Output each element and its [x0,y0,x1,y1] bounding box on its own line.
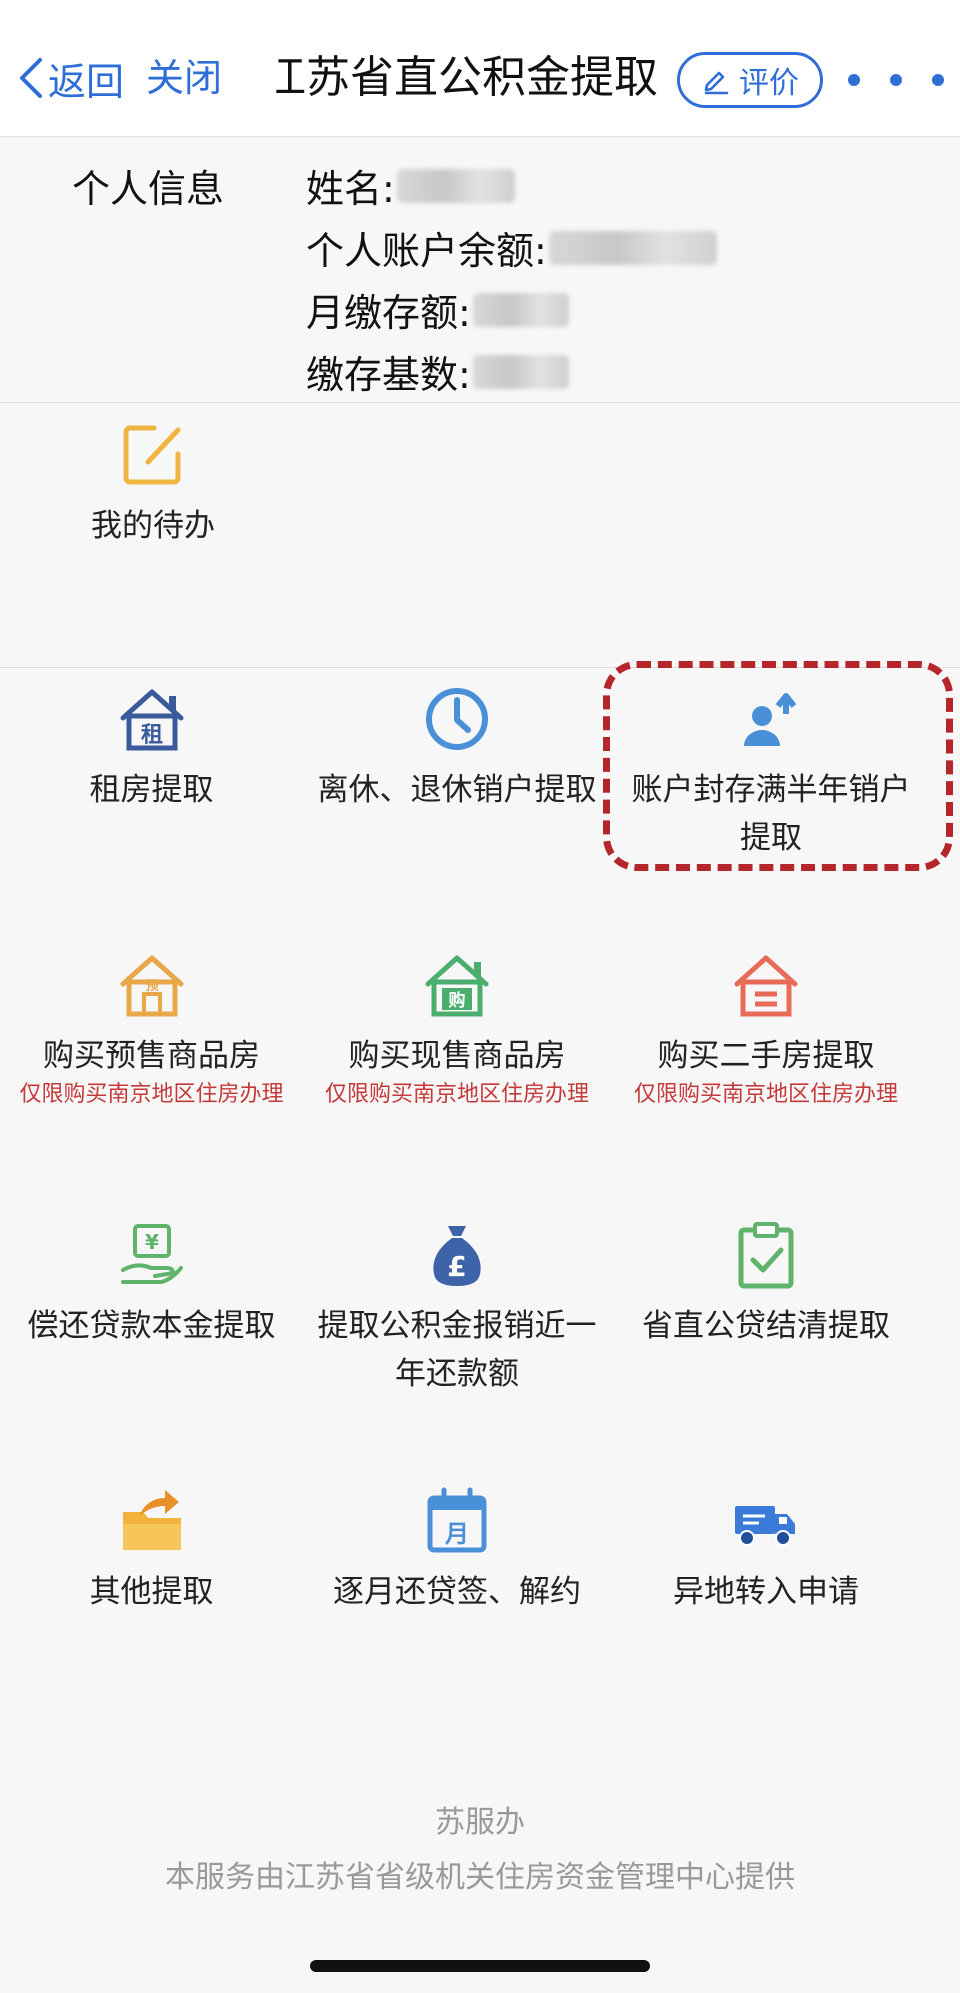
monthly-repayment-contract-item[interactable]: 月 逐月还贷签、解约 [303,1486,611,1616]
ready-house-label: 购买现售商品房 [348,1038,566,1074]
edit-square-icon [123,425,181,485]
footer-provider-note: 本服务由江苏省省级机关住房资金管理中心提供 [165,1860,795,1895]
calendar-month-icon: 月 [427,1487,487,1553]
other-withdrawal-item[interactable]: 其他提取 [0,1486,303,1616]
svg-text:月: 月 [444,1520,469,1548]
more-dot-icon [890,74,902,86]
section-divider [0,402,960,403]
back-label: 返回 [48,59,125,104]
close-button[interactable]: 关闭 [146,50,222,106]
buy-house-icon: 购 [425,955,489,1017]
section-divider [0,667,960,668]
second-hand-house-icon [734,955,798,1017]
retirement-withdrawal-item[interactable]: 离休、退休销户提取 [303,684,611,814]
svg-text:预: 预 [145,979,158,994]
truck-icon [735,1506,795,1546]
clipboard-check-icon [738,1222,794,1289]
home-indicator[interactable] [310,1960,650,1972]
edit-pencil-icon [704,71,729,95]
name-label: 姓名: [306,167,395,211]
rent-withdrawal-item[interactable]: 租 租房提取 [0,684,303,814]
rent-withdrawal-label: 租房提取 [89,772,214,808]
my-todo-label: 我的待办 [91,508,215,544]
rate-label: 评价 [739,66,799,101]
second-hand-house-note: 仅限购买南京地区住房办理 [633,1082,898,1107]
presale-house-label: 购买预售商品房 [43,1038,260,1074]
reimburse-repayment-label: 提取公积金报销近一年还款额 [317,1308,597,1392]
svg-text:购: 购 [449,990,466,1011]
remote-transfer-item[interactable]: 异地转入申请 [611,1486,921,1616]
monthly-label: 月缴存额: [306,291,471,335]
base-value-redacted [472,354,569,389]
presale-house-item[interactable]: 预 购买预售商品房 仅限购买南京地区住房办理 [0,950,303,1110]
more-dot-icon [848,74,860,86]
rate-button[interactable]: 评价 [677,52,823,108]
presale-house-icon: 预 [120,955,183,1017]
name-value-redacted [396,168,515,203]
ready-house-note: 仅限购买南京地区住房办理 [324,1082,589,1107]
svg-text:租: 租 [140,723,162,748]
base-label: 缴存基数: [306,353,471,397]
money-bag-icon: £ [433,1226,481,1286]
rent-house-icon: 租 [120,689,183,751]
more-dot-icon [932,74,944,86]
clock-icon [426,688,488,750]
repay-principal-item[interactable]: ¥ 偿还贷款本金提取 [0,1220,303,1350]
other-withdrawal-label: 其他提取 [89,1574,214,1610]
page-title-text: 江苏省直公积金提取 [276,52,658,103]
user-upload-icon [744,693,797,746]
reimburse-repayment-item[interactable]: £ 提取公积金报销近一年还款额 [303,1220,611,1398]
remote-transfer-label: 异地转入申请 [673,1574,859,1610]
base-row: 缴存基数: [306,344,569,399]
loan-settlement-label: 省直公贷结清提取 [642,1308,890,1344]
my-todo-item[interactable]: 我的待办 [48,420,258,550]
repay-yuan-icon: ¥ [120,1224,183,1284]
balance-label: 个人账户余额: [306,229,547,273]
personal-info-title: 个人信息 [72,167,225,211]
monthly-repayment-contract-label: 逐月还贷签、解约 [333,1574,581,1610]
svg-text:£: £ [447,1250,466,1283]
monthly-row: 月缴存额: [306,282,569,337]
monthly-value-redacted [472,292,569,327]
back-button[interactable]: 返回 [18,50,124,106]
retirement-withdrawal-label: 离休、退休销户提取 [317,772,597,808]
balance-value-redacted [548,230,717,265]
second-hand-house-item[interactable]: 购买二手房提取 仅限购买南京地区住房办理 [611,950,921,1110]
loan-settlement-item[interactable]: 省直公贷结清提取 [611,1220,921,1350]
second-hand-house-label: 购买二手房提取 [657,1038,875,1074]
folder-arrow-icon [122,1490,181,1550]
svg-text:¥: ¥ [145,1230,159,1254]
page-title: 江苏省直公积金提取 [276,46,662,110]
repay-principal-label: 偿还贷款本金提取 [27,1308,276,1344]
footer-brand: 苏服办 [435,1805,525,1840]
sealed-account-withdrawal-item[interactable]: 账户封存满半年销户提取 [611,684,931,862]
more-menu-button[interactable] [848,64,944,96]
presale-house-note: 仅限购买南京地区住房办理 [19,1082,284,1107]
chevron-left-icon [20,58,42,98]
balance-row: 个人账户余额: [306,220,717,275]
name-row: 姓名: [306,158,515,213]
sealed-account-withdrawal-label: 账户封存满半年销户提取 [631,772,911,856]
ready-house-item[interactable]: 购 购买现售商品房 仅限购买南京地区住房办理 [303,950,611,1110]
